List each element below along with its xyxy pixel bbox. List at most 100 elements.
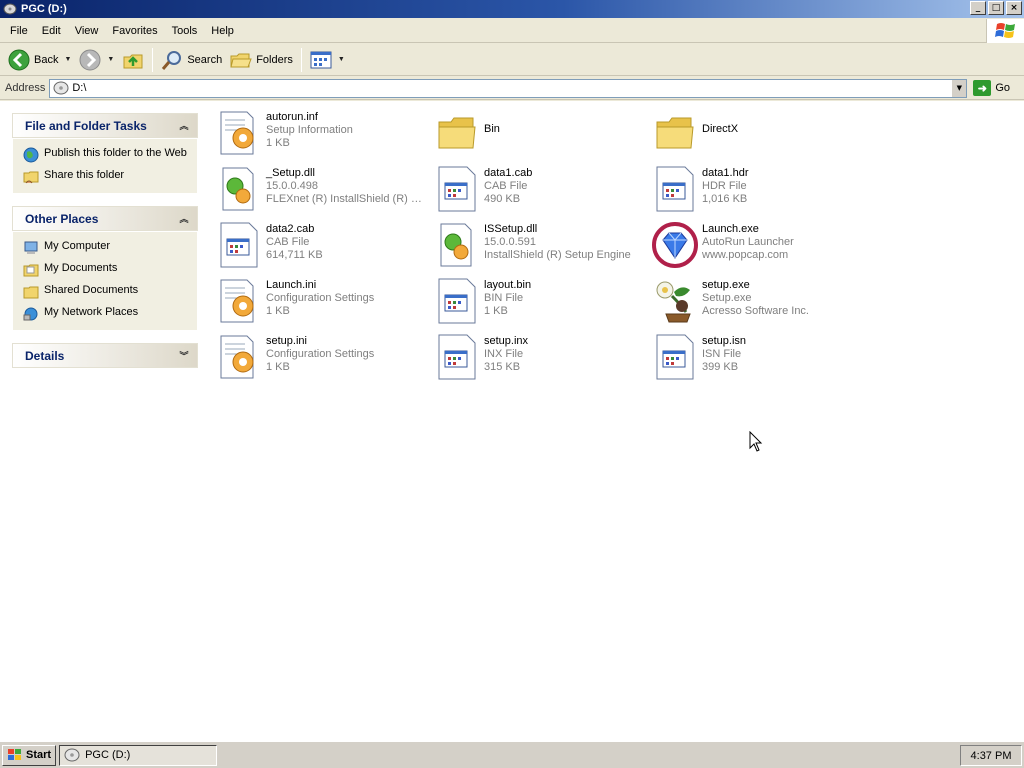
back-arrow-icon	[8, 49, 30, 70]
file-item-data2-cab[interactable]: data2.cab CAB File 614,711 KB	[216, 221, 434, 275]
file-text: Launch.ini Configuration Settings 1 KB	[266, 277, 374, 318]
chevron-down-icon[interactable]: ▼	[338, 56, 345, 63]
place-my-network-places[interactable]: My Network Places	[23, 306, 191, 322]
network-icon	[23, 307, 38, 321]
folder-view[interactable]: File and Folder Tasks ︽ Publish this fol…	[0, 101, 1024, 741]
file-item-launch-ini[interactable]: Launch.ini Configuration Settings 1 KB	[216, 277, 434, 331]
panel-title: Other Places	[25, 211, 99, 226]
file-size: 399 KB	[702, 361, 739, 373]
file-type: Configuration Settings	[266, 348, 375, 360]
windows-logo-icon	[8, 749, 21, 760]
file-size: 1,016 KB	[702, 193, 748, 205]
task-publish-folder[interactable]: Publish this folder to the Web	[23, 147, 191, 163]
place-my-computer[interactable]: My Computer	[23, 240, 191, 256]
file-description: FLEXnet (R) InstallShield (R) S...	[266, 193, 426, 205]
chevron-down-icon[interactable]: ︾	[177, 349, 191, 363]
search-button[interactable]: Search	[157, 47, 226, 73]
file-folder-tasks-header[interactable]: File and Folder Tasks ︽	[12, 113, 198, 138]
file-size: 1 KB	[266, 305, 290, 317]
forward-arrow-icon	[79, 49, 101, 70]
go-label: Go	[995, 82, 1011, 94]
file-size: 1 KB	[266, 361, 290, 373]
file-item-setup-isn[interactable]: setup.isn ISN File 399 KB	[652, 333, 870, 387]
file-item-setup-dll[interactable]: _Setup.dll 15.0.0.498 FLEXnet (R) Instal…	[216, 165, 434, 219]
views-button[interactable]: ▼	[306, 49, 349, 71]
title-bar[interactable]: PGC (D:) _ □ ×	[0, 0, 1024, 18]
file-description: AutoRun Launcher	[702, 236, 794, 248]
file-text: Bin	[484, 109, 500, 136]
file-item-data1-cab[interactable]: data1.cab CAB File 490 KB	[434, 165, 652, 219]
go-button[interactable]: ➜ Go	[973, 80, 1010, 96]
toolbar-separator	[152, 47, 154, 72]
place-label: My Documents	[44, 262, 118, 274]
file-item-launch-exe[interactable]: Launch.exe AutoRun Launcher www.popcap.c…	[652, 221, 870, 275]
file-text: _Setup.dll 15.0.0.498 FLEXnet (R) Instal…	[266, 165, 426, 206]
up-folder-button[interactable]	[118, 47, 148, 73]
address-input[interactable]	[72, 82, 967, 94]
close-button[interactable]: ×	[1006, 1, 1022, 15]
file-item-directx[interactable]: DirectX	[652, 109, 870, 163]
file-item-setup-ini[interactable]: setup.ini Configuration Settings 1 KB	[216, 333, 434, 387]
file-text: autorun.inf Setup Information 1 KB	[266, 109, 353, 150]
file-item-issetup-dll[interactable]: ISSetup.dll 15.0.0.591 InstallShield (R)…	[434, 221, 652, 275]
other-places-header[interactable]: Other Places ︽	[12, 206, 198, 231]
share-folder-icon	[23, 171, 39, 184]
file-text: setup.exe Setup.exe Acresso Software Inc…	[702, 277, 809, 318]
generic-file-icon	[652, 333, 698, 381]
file-folder-tasks-body: Publish this folder to the Web Share thi…	[12, 138, 198, 194]
folder-icon	[434, 109, 480, 157]
chevron-up-icon[interactable]: ︽	[177, 119, 191, 133]
forward-button[interactable]: ▼	[75, 47, 118, 73]
file-item-autorun-inf[interactable]: autorun.inf Setup Information 1 KB	[216, 109, 434, 163]
folders-button[interactable]: Folders	[226, 47, 297, 73]
file-name: Launch.exe	[702, 223, 759, 235]
menu-help[interactable]: Help	[204, 22, 241, 40]
address-field-box[interactable]: ▼	[49, 78, 968, 98]
back-button[interactable]: Back ▼	[4, 47, 75, 73]
chevron-up-icon[interactable]: ︽	[177, 212, 191, 226]
task-label: Share this folder	[44, 169, 125, 181]
file-item-bin[interactable]: Bin	[434, 109, 652, 163]
start-button[interactable]: Start	[2, 744, 57, 766]
menu-view[interactable]: View	[68, 22, 106, 40]
windows-logo-icon	[986, 19, 1024, 43]
panel-title: File and Folder Tasks	[25, 118, 147, 133]
file-name: autorun.inf	[266, 111, 318, 123]
views-icon	[310, 51, 332, 68]
place-my-documents[interactable]: My Documents	[23, 262, 191, 278]
other-places-panel: Other Places ︽ My Computer My Documents …	[12, 206, 198, 331]
menu-tools[interactable]: Tools	[165, 22, 205, 40]
chevron-down-icon[interactable]: ▼	[64, 56, 71, 63]
file-name: data1.cab	[484, 167, 533, 179]
file-name: setup.inx	[484, 335, 529, 347]
menu-favorites[interactable]: Favorites	[105, 22, 164, 40]
file-description: Setup.exe	[702, 292, 752, 304]
search-icon	[162, 50, 182, 70]
minimize-button[interactable]: _	[970, 1, 986, 15]
taskbar-window-button[interactable]: PGC (D:)	[59, 744, 218, 766]
settings-file-icon	[216, 277, 262, 325]
file-item-setup-inx[interactable]: setup.inx INX File 315 KB	[434, 333, 652, 387]
file-item-data1-hdr[interactable]: data1.hdr HDR File 1,016 KB	[652, 165, 870, 219]
file-item-layout-bin[interactable]: layout.bin BIN File 1 KB	[434, 277, 652, 331]
panel-title: Details	[25, 348, 65, 363]
maximize-button[interactable]: □	[988, 1, 1004, 15]
system-tray-clock[interactable]: 4:37 PM	[960, 745, 1022, 766]
file-text: data2.cab CAB File 614,711 KB	[266, 221, 323, 262]
menu-file[interactable]: File	[3, 22, 35, 40]
up-folder-icon	[123, 54, 143, 68]
details-header[interactable]: Details ︾	[12, 343, 198, 368]
file-item-setup-exe[interactable]: setup.exe Setup.exe Acresso Software Inc…	[652, 277, 870, 331]
file-name: setup.ini	[266, 335, 307, 347]
place-shared-documents[interactable]: Shared Documents	[23, 284, 191, 300]
file-name: setup.isn	[702, 335, 747, 347]
address-bar: Address ▼ ➜ Go	[0, 77, 1024, 100]
folders-label: Folders	[256, 53, 293, 66]
toolbar-separator	[300, 47, 302, 72]
file-text: setup.ini Configuration Settings 1 KB	[266, 333, 374, 374]
chevron-down-icon[interactable]: ▼	[107, 56, 114, 63]
address-dropdown-button[interactable]: ▼	[951, 79, 967, 97]
file-company: www.popcap.com	[702, 249, 789, 261]
task-share-folder[interactable]: Share this folder	[23, 169, 191, 185]
menu-edit[interactable]: Edit	[35, 22, 68, 40]
